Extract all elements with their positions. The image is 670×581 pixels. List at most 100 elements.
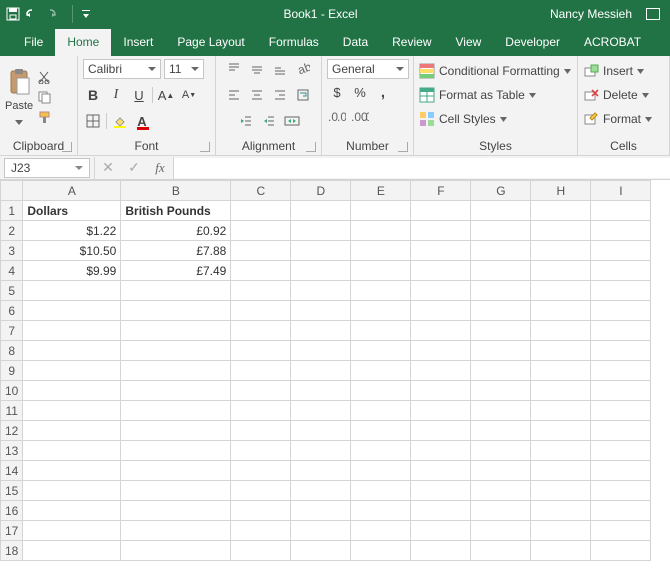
cell[interactable] [351,381,411,401]
wrap-text-icon[interactable] [293,85,313,105]
cell[interactable] [591,541,651,561]
cell[interactable] [291,421,351,441]
cell[interactable] [121,401,231,421]
cell[interactable] [23,361,121,381]
dialog-launcher-icon[interactable] [62,142,72,152]
cell[interactable] [231,221,291,241]
row-header[interactable]: 6 [1,301,23,321]
cell[interactable] [471,281,531,301]
column-header[interactable]: E [351,181,411,201]
cell[interactable] [351,441,411,461]
cell[interactable] [411,521,471,541]
cell[interactable] [411,441,471,461]
cell[interactable] [351,361,411,381]
cell[interactable] [231,321,291,341]
dialog-launcher-icon[interactable] [306,142,316,152]
cell[interactable] [121,321,231,341]
currency-icon[interactable]: $ [327,82,347,102]
cell[interactable] [531,401,591,421]
italic-button[interactable]: I [106,85,126,105]
cell[interactable] [231,461,291,481]
cell[interactable] [231,481,291,501]
cell[interactable] [231,281,291,301]
cell[interactable]: Dollars [23,201,121,221]
column-header[interactable]: B [121,181,231,201]
cell[interactable] [291,441,351,461]
tab-home[interactable]: Home [55,29,111,56]
cell[interactable] [23,501,121,521]
ribbon-display-icon[interactable] [646,8,660,20]
column-header[interactable]: C [231,181,291,201]
cell[interactable] [351,401,411,421]
tab-formulas[interactable]: Formulas [257,29,331,56]
tab-review[interactable]: Review [380,29,443,56]
cell[interactable] [231,361,291,381]
column-header[interactable]: D [291,181,351,201]
cell[interactable] [471,201,531,221]
cell[interactable] [351,421,411,441]
decrease-font-icon[interactable]: A▼ [179,85,199,105]
font-size-dropdown[interactable]: 11 [164,59,204,79]
row-header[interactable]: 10 [1,381,23,401]
cell[interactable] [531,341,591,361]
cell[interactable] [291,241,351,261]
column-header[interactable]: G [471,181,531,201]
cell[interactable] [23,321,121,341]
cell[interactable] [591,521,651,541]
cell[interactable] [591,201,651,221]
cell[interactable] [291,541,351,561]
cell[interactable] [231,521,291,541]
format-cells-button[interactable]: Format [583,107,664,131]
cell[interactable] [591,261,651,281]
cell[interactable] [121,521,231,541]
merge-center-icon[interactable] [282,111,302,131]
row-header[interactable]: 4 [1,261,23,281]
redo-icon[interactable] [46,7,64,21]
cell[interactable] [351,261,411,281]
align-bottom-icon[interactable] [270,59,290,79]
cell[interactable] [591,321,651,341]
cell[interactable] [23,441,121,461]
cell[interactable] [411,421,471,441]
cell[interactable] [121,481,231,501]
cell[interactable] [411,241,471,261]
cell[interactable] [231,541,291,561]
cell[interactable] [291,481,351,501]
cell[interactable] [231,501,291,521]
column-header[interactable]: I [591,181,651,201]
cell[interactable] [351,521,411,541]
cell[interactable] [591,461,651,481]
cell[interactable] [291,361,351,381]
cell[interactable] [411,461,471,481]
row-header[interactable]: 11 [1,401,23,421]
cell[interactable] [531,461,591,481]
cell[interactable] [471,301,531,321]
insert-function-icon[interactable]: fx [147,157,173,179]
cell[interactable] [531,441,591,461]
cell[interactable] [121,361,231,381]
row-header[interactable]: 16 [1,501,23,521]
cell[interactable] [231,421,291,441]
undo-icon[interactable] [24,7,42,21]
cell[interactable] [121,441,231,461]
cell[interactable] [291,461,351,481]
cell[interactable] [411,221,471,241]
cell[interactable] [121,421,231,441]
cell[interactable] [531,541,591,561]
cell[interactable] [121,301,231,321]
cell[interactable] [351,241,411,261]
cell[interactable] [351,481,411,501]
tab-insert[interactable]: Insert [111,29,165,56]
cell[interactable] [471,401,531,421]
cell[interactable] [231,401,291,421]
cell[interactable] [531,301,591,321]
cell[interactable] [351,501,411,521]
name-box[interactable]: J23 [4,158,90,178]
cell[interactable] [121,281,231,301]
cell[interactable] [23,281,121,301]
decrease-indent-icon[interactable] [236,111,256,131]
cell[interactable] [291,281,351,301]
cell[interactable] [231,441,291,461]
row-header[interactable]: 15 [1,481,23,501]
column-header[interactable]: F [411,181,471,201]
